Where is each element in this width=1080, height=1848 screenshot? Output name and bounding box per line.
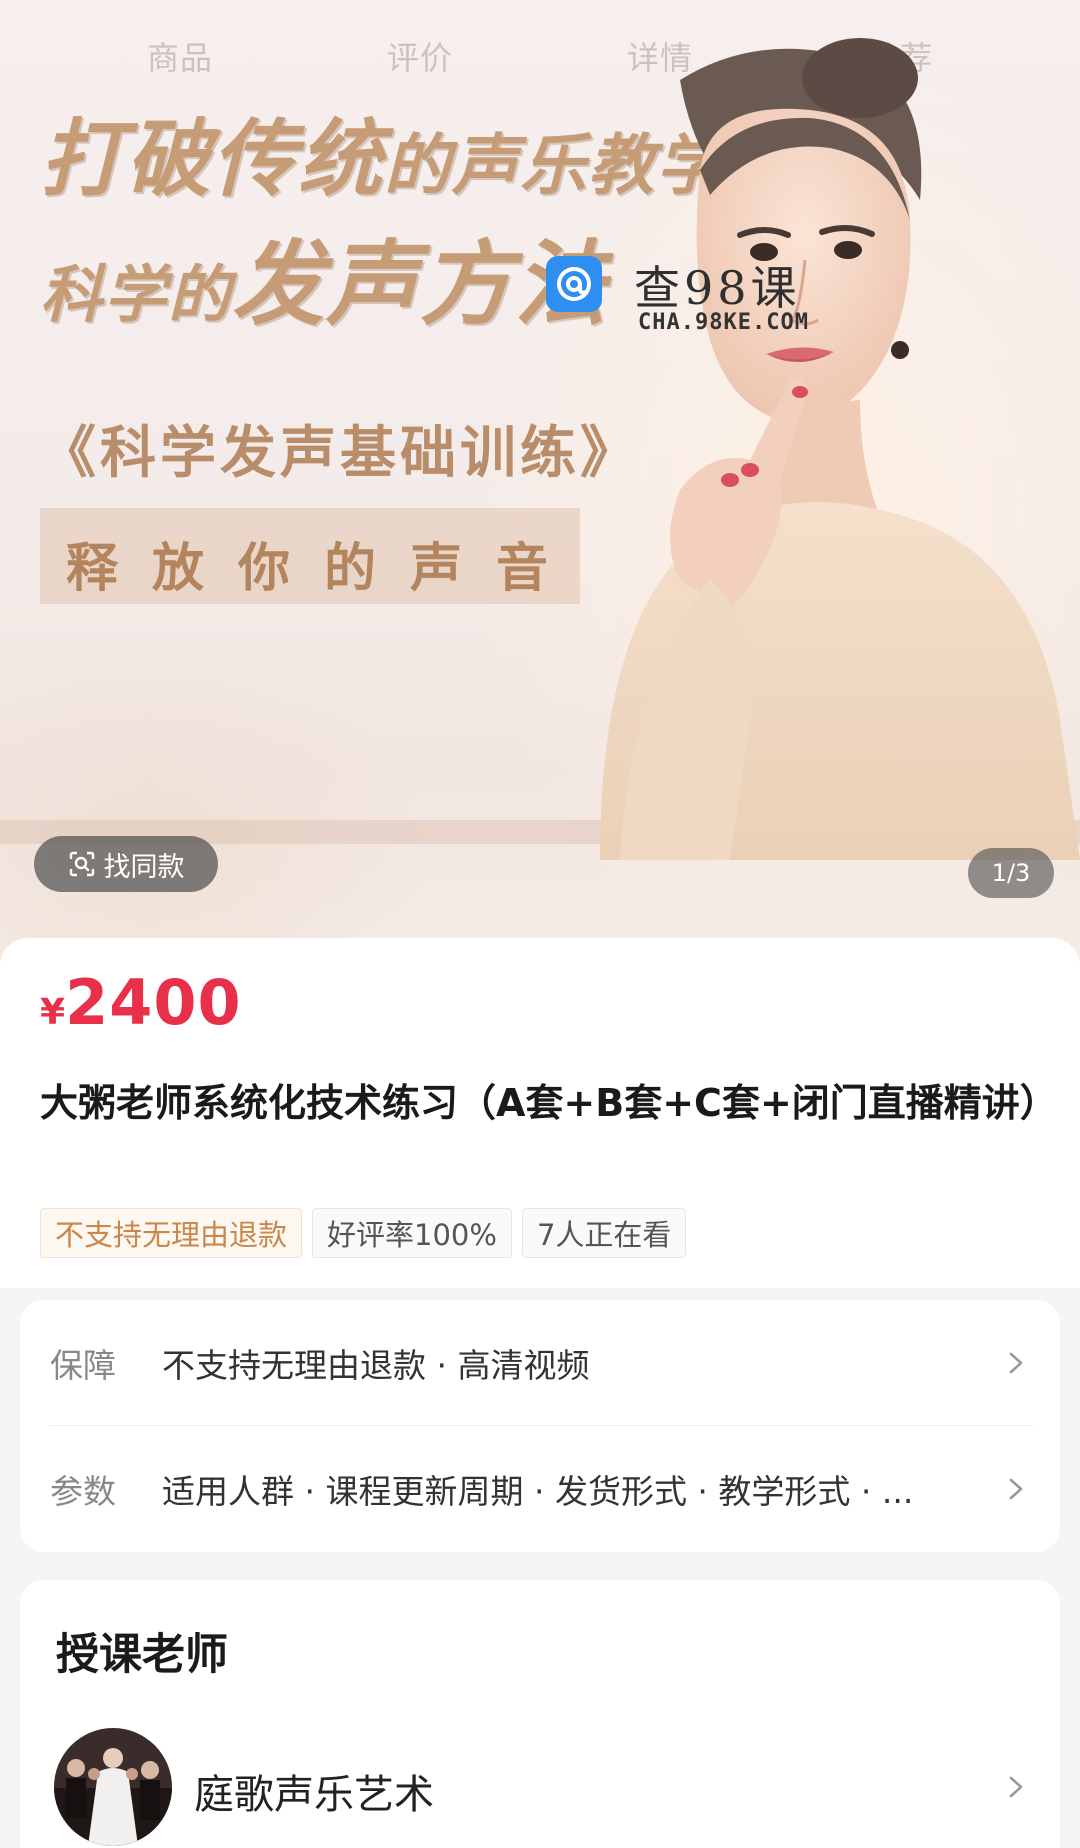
teacher-card: 授课老师 庭歌声乐艺术 (20, 1580, 1060, 1848)
tag-viewers: 7人正在看 (521, 1208, 687, 1258)
guarantee-value: 不支持无理由退款 · 高清视频 (162, 1346, 590, 1385)
service-card: 保障 不支持无理由退款 · 高清视频 参数 适用人群 · 课程更新周期 · 发货… (20, 1300, 1060, 1552)
chevron-right-icon (1009, 1352, 1023, 1374)
chevron-right-icon (1009, 1478, 1023, 1500)
scan-icon (69, 851, 94, 877)
product-tags: 不支持无理由退款 好评率100% 7人正在看 (40, 1208, 687, 1258)
params-value: 适用人群 · 课程更新周期 · 发货形式 · 教学形式 · ... (162, 1472, 914, 1511)
params-label: 参数 (50, 1472, 116, 1511)
banner-slogan: 释放你的声音 (66, 538, 583, 599)
product-image-carousel[interactable]: 商品 评价 详情 推荐 打破传统的声乐教学 科学的发声方法 《科学发声基础训练》… (0, 0, 1080, 960)
tag-no-refund: 不支持无理由退款 (40, 1208, 303, 1258)
product-info-card: ¥2400 大粥老师系统化技术练习（A套+B套+C套+闭门直播精讲） 不支持无理… (0, 938, 1080, 1288)
banner-headline-1-part-1: 打破传统 (40, 109, 385, 208)
teacher-heading: 授课老师 (56, 1630, 228, 1680)
tab-product[interactable]: 商品 (90, 33, 270, 79)
teacher-portrait-image (600, 38, 1080, 860)
chevron-right-icon (1009, 1776, 1023, 1798)
product-price: ¥2400 (40, 966, 242, 1039)
watermark-url: CHA.98KE.COM (638, 310, 809, 335)
avatar (54, 1728, 172, 1846)
teacher-row[interactable]: 庭歌声乐艺术 (20, 1728, 1060, 1848)
price-currency: ¥ (40, 992, 66, 1033)
tab-reviews[interactable]: 评价 (330, 33, 510, 79)
watermark-badge (546, 256, 602, 312)
tag-positive-rate: 好评率100% (312, 1208, 512, 1258)
price-amount: 2400 (65, 966, 242, 1039)
watermark-title: 查98课 (634, 261, 801, 315)
teacher-name: 庭歌声乐艺术 (194, 1772, 434, 1818)
banner-headline-2-part-1: 科学的 (40, 258, 233, 331)
watermark: 查98课 CHA.98KE.COM (546, 252, 846, 342)
banner-course-title: 《科学发声基础训练》 (40, 420, 640, 486)
find-similar-label: 找同款 (103, 851, 185, 883)
carousel-page-indicator: 1/3 (968, 848, 1054, 898)
teacher-avatar-image (54, 1728, 172, 1846)
params-row[interactable]: 参数 适用人群 · 课程更新周期 · 发货形式 · 教学形式 · ... (20, 1426, 1060, 1552)
product-title: 大粥老师系统化技术练习（A套+B套+C套+闭门直播精讲） (40, 1081, 1058, 1125)
banner-headline-2: 科学的发声方法 (40, 210, 608, 343)
at-icon (557, 267, 591, 301)
guarantee-label: 保障 (50, 1346, 116, 1385)
guarantee-row[interactable]: 保障 不支持无理由退款 · 高清视频 (20, 1300, 1060, 1426)
find-similar-button[interactable]: 找同款 (34, 836, 218, 892)
